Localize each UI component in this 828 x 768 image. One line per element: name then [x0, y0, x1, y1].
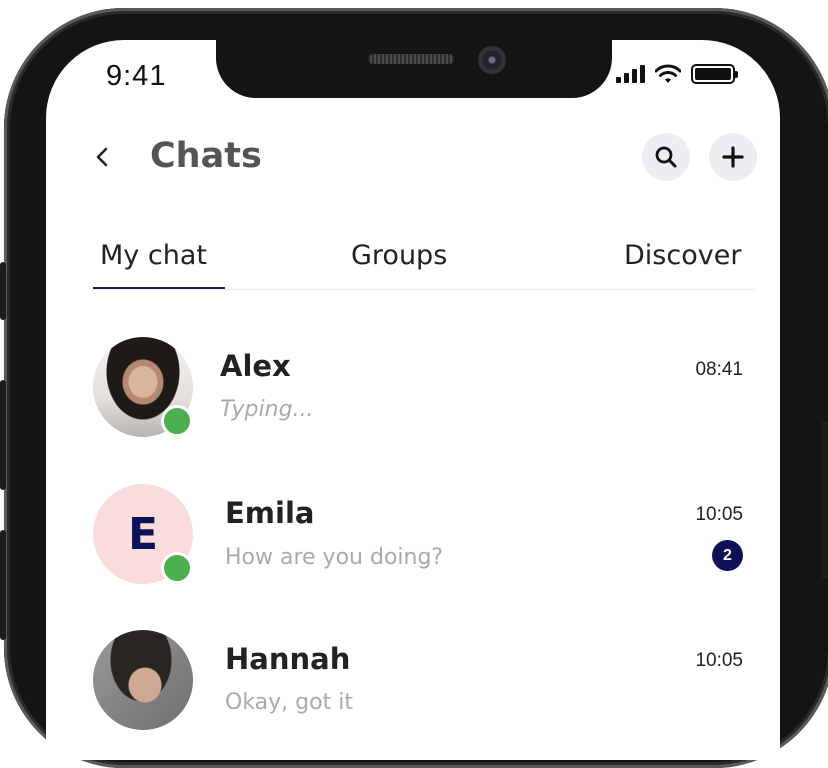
- chat-time: 10:05: [695, 504, 743, 525]
- chat-time: 08:41: [695, 359, 743, 380]
- side-button: [0, 380, 6, 490]
- search-icon: [655, 146, 677, 168]
- avatar-initial: E: [127, 508, 159, 560]
- chat-name: Hannah: [225, 642, 351, 676]
- new-chat-button[interactable]: [709, 133, 757, 181]
- battery-icon: [691, 64, 738, 84]
- plus-icon: [722, 146, 744, 168]
- back-button[interactable]: [90, 140, 120, 174]
- phone-screen: 9:41 Chats My chat Groups Discover Alex …: [46, 40, 780, 760]
- chat-name: Alex: [220, 349, 291, 383]
- status-time: 9:41: [106, 60, 167, 92]
- search-button[interactable]: [642, 133, 690, 181]
- online-status-dot: [161, 405, 193, 437]
- avatar: [93, 630, 193, 730]
- tab-my-chat[interactable]: My chat: [100, 240, 207, 271]
- chat-name: Emila: [225, 496, 315, 530]
- chat-tabs: My chat Groups Discover: [93, 230, 755, 290]
- chat-preview: Okay, got it: [225, 690, 353, 715]
- page-title: Chats: [150, 136, 262, 176]
- tab-discover[interactable]: Discover: [624, 240, 741, 271]
- front-camera-icon: [478, 46, 506, 74]
- chat-row-emila[interactable]: E Emila 10:05 How are you doing? 2: [93, 484, 743, 594]
- side-button: [822, 420, 828, 580]
- status-icons: [616, 64, 738, 84]
- chat-preview: Typing...: [220, 397, 314, 422]
- side-button: [0, 262, 6, 320]
- tab-groups[interactable]: Groups: [351, 240, 447, 271]
- chat-row-alex[interactable]: Alex 08:41 Typing...: [93, 337, 743, 447]
- speaker-grille: [368, 54, 454, 64]
- online-status-dot: [161, 552, 193, 584]
- chevron-left-icon: [96, 147, 108, 167]
- chat-row-hannah[interactable]: Hannah 10:05 Okay, got it: [93, 630, 743, 740]
- active-tab-indicator: [93, 287, 225, 289]
- side-button: [0, 530, 6, 640]
- chat-preview: How are you doing?: [225, 545, 444, 570]
- unread-badge: 2: [712, 540, 743, 571]
- signal-icon: [616, 65, 645, 83]
- wifi-icon: [655, 64, 681, 83]
- chat-time: 10:05: [695, 650, 743, 671]
- notch: [216, 40, 612, 98]
